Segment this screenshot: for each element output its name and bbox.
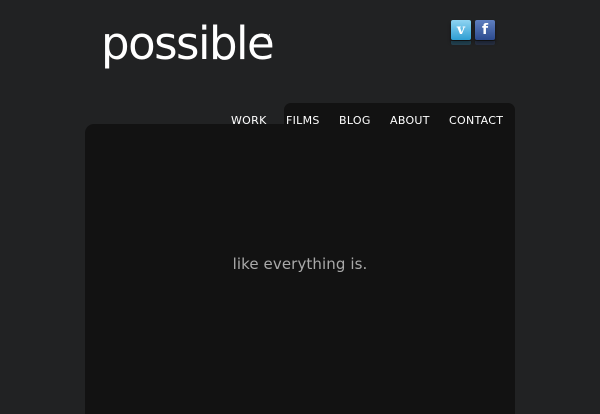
nav-item-about[interactable]: ABOUT xyxy=(390,114,430,128)
facebook-icon-reflection xyxy=(475,41,495,45)
nav-item-contact[interactable]: CONTACT xyxy=(449,114,503,128)
facebook-icon[interactable]: f xyxy=(475,20,495,40)
vimeo-icon[interactable]: v xyxy=(451,20,471,40)
main-nav: WORK FILMS BLOG ABOUT CONTACT xyxy=(0,114,600,128)
trademark-symbol: TM xyxy=(263,34,271,40)
tagline: like everything is. xyxy=(232,255,368,273)
vimeo-icon-reflection xyxy=(451,41,471,45)
nav-item-blog[interactable]: BLOG xyxy=(339,114,371,128)
nav-item-work[interactable]: WORK xyxy=(231,114,267,128)
logo[interactable]: possible xyxy=(101,21,275,66)
nav-item-films[interactable]: FILMS xyxy=(286,114,320,128)
